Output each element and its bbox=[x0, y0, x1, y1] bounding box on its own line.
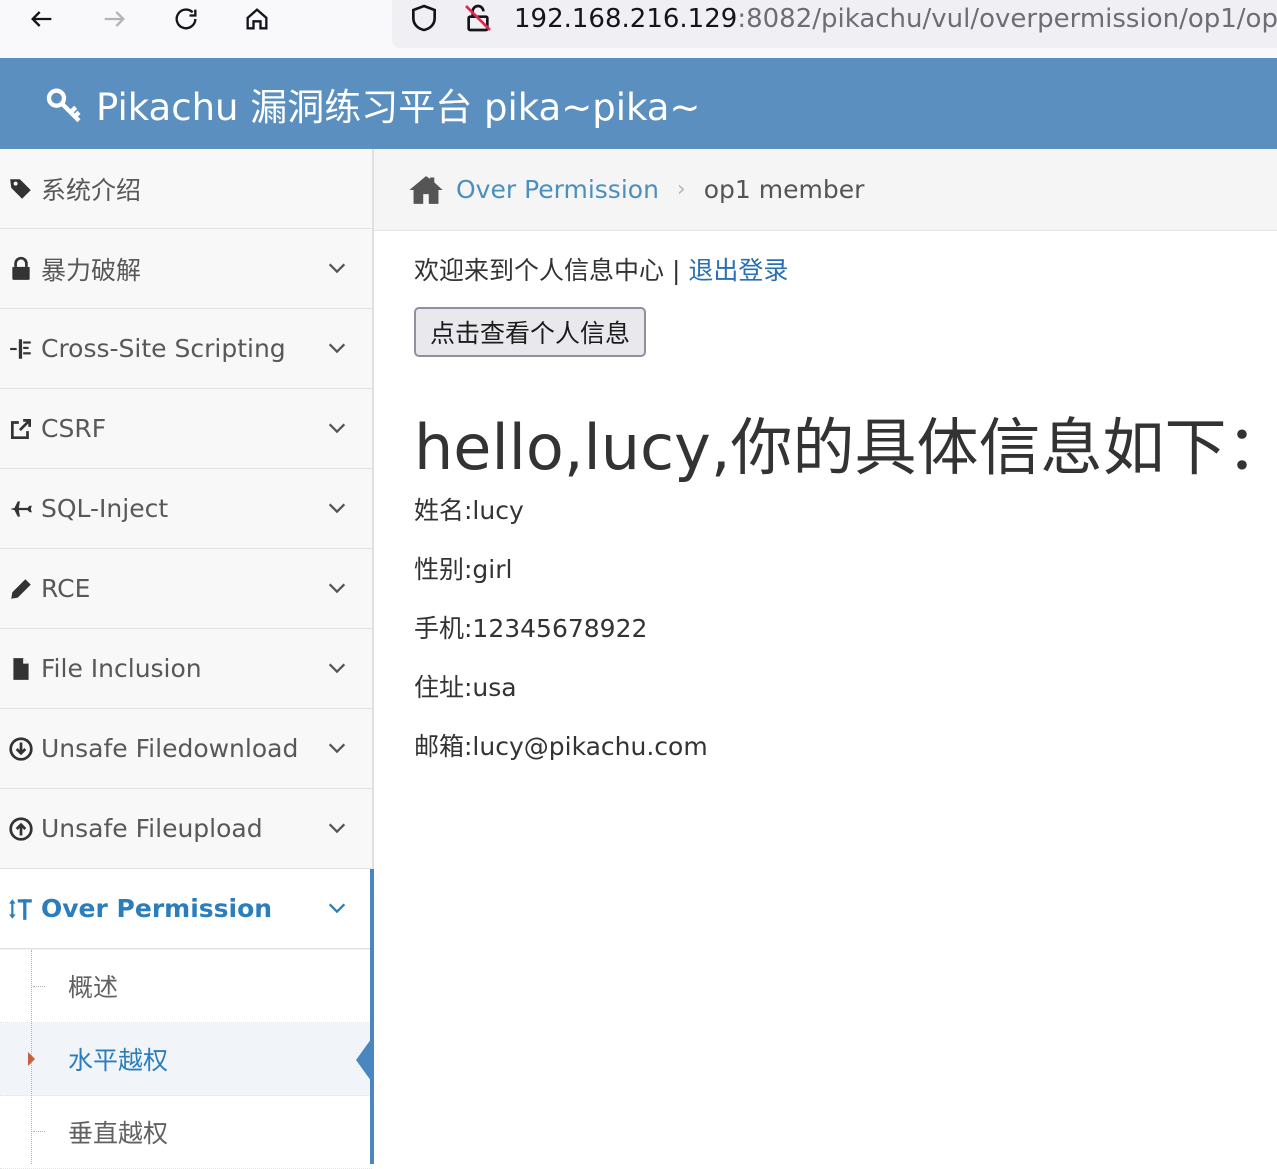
sidebar-item-rce[interactable]: RCE bbox=[0, 549, 372, 629]
file-icon bbox=[8, 656, 34, 682]
sidebar-item-label: 系统介绍 bbox=[41, 175, 142, 205]
submenu-tick bbox=[33, 986, 45, 987]
welcome-text: 欢迎来到个人信息中心 bbox=[414, 256, 665, 285]
shield-icon[interactable] bbox=[408, 2, 440, 34]
sidebar-item-label: 暴力破解 bbox=[41, 255, 142, 285]
info-email: 邮箱:lucy@pikachu.com bbox=[414, 732, 708, 761]
sidebar-item-label: CSRF bbox=[41, 414, 107, 443]
sidebar-item-file-inclusion[interactable]: File Inclusion bbox=[0, 629, 372, 709]
main-content: 欢迎来到个人信息中心 | 退出登录 点击查看个人信息 hello,lucy,你的… bbox=[374, 231, 1277, 1164]
sidebar-item-label: Unsafe Fileupload bbox=[41, 814, 263, 843]
welcome-line: 欢迎来到个人信息中心 | 退出登录 bbox=[414, 251, 788, 287]
breadcrumb-current: op1 member bbox=[703, 175, 865, 204]
sidebar-item-unsafe-fileupload[interactable]: Unsafe Fileupload bbox=[0, 789, 372, 869]
breadcrumb: Over Permission › op1 member bbox=[374, 149, 1277, 231]
info-address: 住址:usa bbox=[414, 673, 517, 702]
download-icon bbox=[8, 736, 34, 762]
url-path: :8082/pikachu/vul/overpermission/op1/op1… bbox=[737, 4, 1277, 34]
sidebar-item-label: SQL-Inject bbox=[41, 494, 169, 523]
submenu-tick bbox=[33, 1131, 45, 1132]
app-header: Pikachu 漏洞练习平台 pika~pika~ bbox=[0, 58, 1277, 149]
sidebar-item-label: RCE bbox=[41, 574, 91, 603]
sidebar-item-label: Over Permission bbox=[41, 894, 273, 923]
submenu-item-label: 概述 bbox=[68, 973, 119, 1002]
sidebar-item-sql-inject[interactable]: SQL-Inject bbox=[0, 469, 372, 549]
submenu-item-label: 水平越权 bbox=[68, 1046, 169, 1075]
insecure-lock-icon[interactable] bbox=[462, 2, 494, 34]
chevron-down-icon bbox=[328, 263, 346, 274]
back-arrow-icon[interactable] bbox=[27, 4, 57, 34]
sidebar-item-brute-force[interactable]: 暴力破解 bbox=[0, 229, 372, 309]
sidebar-item-over-permission[interactable]: Over Permission bbox=[0, 869, 372, 949]
breadcrumb-link[interactable]: Over Permission bbox=[456, 175, 659, 204]
tags-icon bbox=[8, 176, 34, 202]
url-host: 192.168.216.129 bbox=[514, 4, 738, 34]
sidebar-item-unsafe-filedownload[interactable]: Unsafe Filedownload bbox=[0, 709, 372, 789]
lock-icon bbox=[8, 256, 34, 282]
logout-link[interactable]: 退出登录 bbox=[688, 256, 788, 285]
submenu-item-horizontal[interactable]: 水平越权 bbox=[0, 1023, 372, 1096]
info-phone: 手机:12345678922 bbox=[414, 614, 648, 643]
chevron-down-icon bbox=[328, 343, 346, 354]
caret-right-icon bbox=[28, 1052, 35, 1066]
key-icon bbox=[46, 88, 81, 123]
forward-arrow-icon[interactable] bbox=[99, 4, 129, 34]
text-height-icon bbox=[8, 896, 34, 922]
pencil-icon bbox=[8, 576, 34, 602]
chevron-down-icon bbox=[328, 743, 346, 754]
active-notch bbox=[356, 1035, 374, 1085]
sidebar-item-label: Unsafe Filedownload bbox=[41, 734, 299, 763]
sidebar-item-xss[interactable]: Cross-Site Scripting bbox=[0, 309, 372, 389]
brand[interactable]: Pikachu 漏洞练习平台 pika~pika~ bbox=[44, 82, 700, 129]
greeting-heading: hello,lucy,你的具体信息如下： bbox=[414, 411, 1277, 484]
sidebar-item-label: File Inclusion bbox=[41, 654, 202, 683]
upload-icon bbox=[8, 816, 34, 842]
indent-icon bbox=[8, 336, 34, 362]
url-text[interactable]: 192.168.216.129:8082/pikachu/vul/overper… bbox=[514, 2, 1277, 36]
chevron-down-icon bbox=[328, 823, 346, 834]
welcome-separator: | bbox=[664, 256, 689, 285]
submenu-item-label: 垂直越权 bbox=[68, 1119, 169, 1148]
chevron-down-icon bbox=[328, 583, 346, 594]
chevron-down-icon bbox=[328, 663, 346, 674]
sidebar-item-intro[interactable]: 系统介绍 bbox=[0, 149, 372, 229]
chevron-down-icon bbox=[328, 423, 346, 434]
brand-title: Pikachu 漏洞练习平台 pika~pika~ bbox=[96, 86, 701, 129]
sidebar-item-label: Cross-Site Scripting bbox=[41, 334, 286, 363]
home-icon bbox=[409, 175, 443, 204]
sidebar-item-csrf[interactable]: CSRF bbox=[0, 389, 372, 469]
plane-icon bbox=[8, 496, 34, 522]
browser-toolbar: 192.168.216.129:8082/pikachu/vul/overper… bbox=[0, 0, 1277, 58]
info-name: 姓名:lucy bbox=[414, 496, 524, 525]
submenu-item-vertical[interactable]: 垂直越权 bbox=[0, 1096, 372, 1169]
info-gender: 性别:girl bbox=[414, 555, 513, 584]
breadcrumb-separator: › bbox=[676, 177, 686, 202]
reload-icon[interactable] bbox=[171, 4, 201, 34]
chevron-down-icon bbox=[328, 903, 346, 914]
view-info-button[interactable]: 点击查看个人信息 bbox=[414, 307, 646, 357]
home-icon[interactable] bbox=[242, 4, 272, 34]
submenu-item-overview[interactable]: 概述 bbox=[0, 950, 372, 1023]
share-icon bbox=[8, 416, 34, 442]
submenu: 概述 水平越权 垂直越权 bbox=[0, 950, 372, 1169]
chevron-down-icon bbox=[328, 503, 346, 514]
